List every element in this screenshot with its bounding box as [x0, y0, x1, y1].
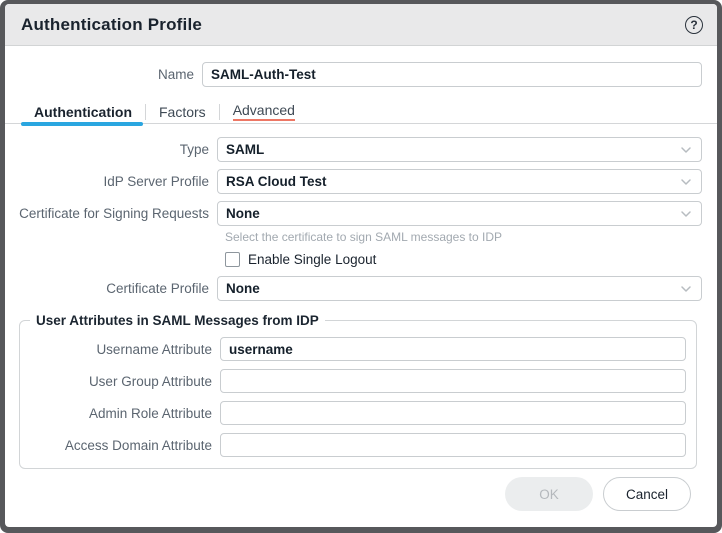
enable-single-logout-label: Enable Single Logout: [248, 252, 376, 267]
certificate-profile-value: None: [226, 281, 260, 296]
username-attribute-input[interactable]: [220, 337, 686, 361]
tab-factors-label: Factors: [159, 104, 206, 120]
tab-factors[interactable]: Factors: [146, 99, 219, 124]
name-input[interactable]: [202, 62, 702, 87]
tab-bar: Authentication Factors Advanced: [17, 99, 705, 124]
authentication-profile-dialog: Authentication Profile ? Name Authentica…: [5, 4, 717, 527]
idp-server-profile-row: IdP Server Profile RSA Cloud Test: [17, 169, 705, 194]
user-group-attribute-row: User Group Attribute: [20, 369, 686, 393]
admin-role-attribute-input[interactable]: [220, 401, 686, 425]
user-attributes-legend: User Attributes in SAML Messages from ID…: [30, 313, 325, 328]
idp-server-profile-dropdown[interactable]: RSA Cloud Test: [217, 169, 702, 194]
type-label: Type: [17, 142, 217, 157]
idp-server-profile-value: RSA Cloud Test: [226, 174, 327, 189]
access-domain-attribute-label: Access Domain Attribute: [20, 438, 220, 453]
user-group-attribute-label: User Group Attribute: [20, 374, 220, 389]
access-domain-attribute-input[interactable]: [220, 433, 686, 457]
access-domain-attribute-row: Access Domain Attribute: [20, 433, 686, 457]
enable-single-logout-row[interactable]: Enable Single Logout: [225, 252, 705, 267]
certificate-signing-row: Certificate for Signing Requests None: [17, 201, 705, 226]
ok-button[interactable]: OK: [505, 477, 593, 511]
name-label: Name: [17, 67, 202, 82]
certificate-profile-dropdown[interactable]: None: [217, 276, 702, 301]
certificate-profile-label: Certificate Profile: [17, 281, 217, 296]
dialog-footer: OK Cancel: [17, 477, 705, 527]
cancel-button[interactable]: Cancel: [603, 477, 691, 511]
dialog-titlebar: Authentication Profile ?: [5, 4, 717, 46]
tab-authentication-label: Authentication: [34, 104, 132, 120]
certificate-signing-value: None: [226, 206, 260, 221]
username-attribute-row: Username Attribute: [20, 337, 686, 361]
chevron-down-icon: [679, 207, 693, 221]
tab-advanced-label: Advanced: [233, 102, 295, 121]
name-row: Name: [17, 62, 705, 87]
certificate-signing-helper-text: Select the certificate to sign SAML mess…: [225, 230, 705, 244]
admin-role-attribute-row: Admin Role Attribute: [20, 401, 686, 425]
user-group-attribute-input[interactable]: [220, 369, 686, 393]
enable-single-logout-checkbox[interactable]: [225, 252, 240, 267]
type-row: Type SAML: [17, 137, 705, 162]
chevron-down-icon: [679, 282, 693, 296]
dialog-content: Name Authentication Factors Advanced: [5, 46, 717, 527]
admin-role-attribute-label: Admin Role Attribute: [20, 406, 220, 421]
help-icon[interactable]: ?: [685, 16, 703, 34]
dialog-frame: Authentication Profile ? Name Authentica…: [0, 0, 722, 533]
chevron-down-icon: [679, 175, 693, 189]
chevron-down-icon: [679, 143, 693, 157]
dialog-title: Authentication Profile: [21, 15, 202, 35]
certificate-signing-label: Certificate for Signing Requests: [17, 206, 217, 221]
type-dropdown[interactable]: SAML: [217, 137, 702, 162]
username-attribute-label: Username Attribute: [20, 342, 220, 357]
user-attributes-group: User Attributes in SAML Messages from ID…: [19, 313, 697, 469]
authentication-form: Type SAML IdP Server Profile RSA Cloud T…: [17, 137, 705, 308]
tab-advanced[interactable]: Advanced: [220, 99, 308, 124]
type-dropdown-value: SAML: [226, 142, 264, 157]
idp-server-profile-label: IdP Server Profile: [17, 174, 217, 189]
certificate-signing-dropdown[interactable]: None: [217, 201, 702, 226]
certificate-profile-row: Certificate Profile None: [17, 276, 705, 301]
tab-authentication[interactable]: Authentication: [21, 99, 145, 124]
